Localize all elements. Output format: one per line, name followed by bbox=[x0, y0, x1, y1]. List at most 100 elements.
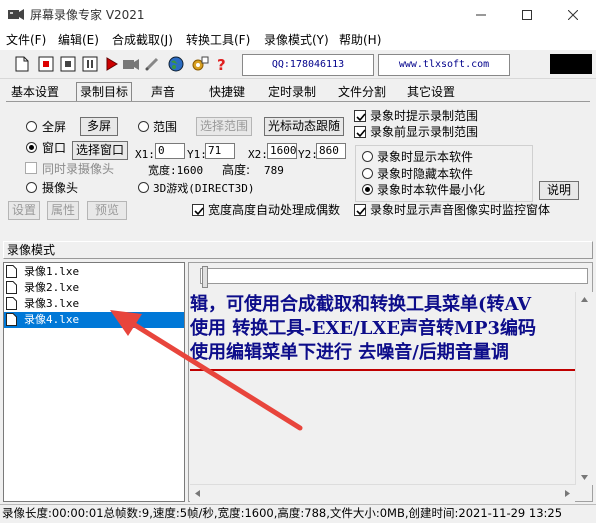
menu-help[interactable]: 帮助(H) bbox=[339, 33, 381, 47]
tab-file-split[interactable]: 文件分割 bbox=[335, 84, 389, 100]
height-readout-value: 789 bbox=[264, 164, 284, 177]
vertical-scrollbar[interactable] bbox=[575, 292, 593, 485]
radio-3d-game[interactable] bbox=[138, 182, 149, 193]
new-file-button[interactable] bbox=[12, 54, 32, 74]
file-name: 录像3.lxe bbox=[24, 297, 80, 310]
list-item[interactable]: 录像1.lxe bbox=[4, 264, 184, 280]
file-icon bbox=[6, 281, 17, 294]
checkmark-icon bbox=[356, 113, 366, 122]
file-name: 录像2.lxe bbox=[24, 281, 80, 294]
help-icon: ? bbox=[217, 56, 226, 72]
tab-hotkey[interactable]: 快捷键 bbox=[206, 84, 248, 100]
width-readout: 宽度:1600 bbox=[148, 164, 204, 177]
pen-button[interactable] bbox=[142, 54, 162, 74]
label-minimize-soft: 录象时本软件最小化 bbox=[377, 183, 486, 197]
label-x2: X2: bbox=[248, 148, 268, 161]
horizontal-scrollbar[interactable] bbox=[190, 484, 575, 502]
minimize-icon bbox=[476, 14, 486, 16]
label-y1: Y1: bbox=[187, 148, 207, 161]
menu-edit[interactable]: 编辑(E) bbox=[58, 33, 99, 47]
scroll-arrows-icon bbox=[581, 297, 588, 480]
settings-button[interactable] bbox=[190, 54, 210, 74]
multiscreen-button[interactable]: 多屏 bbox=[80, 117, 118, 136]
radio-window[interactable] bbox=[26, 142, 37, 153]
checkbox-monitor[interactable] bbox=[354, 204, 366, 216]
tab-record-target[interactable]: 录制目标 bbox=[76, 82, 133, 101]
record-mode-label: 录像模式 bbox=[7, 243, 56, 257]
radio-camera[interactable] bbox=[26, 182, 37, 193]
checkmark-icon bbox=[194, 207, 204, 216]
preview-button[interactable]: 预览 bbox=[87, 201, 127, 220]
pause-button[interactable] bbox=[80, 54, 100, 74]
status-text: 录像长度:00:00:01总帧数:9,速度:5帧/秒,宽度:1600,高度:78… bbox=[2, 506, 563, 520]
properties-button[interactable]: 属性 bbox=[47, 201, 79, 220]
close-button[interactable] bbox=[550, 0, 596, 30]
x2-input[interactable]: 1600 bbox=[267, 143, 297, 159]
radio-show-soft[interactable] bbox=[362, 151, 373, 162]
radio-range[interactable] bbox=[138, 121, 149, 132]
cursor-follow-button[interactable]: 光标动态跟随 bbox=[264, 117, 344, 136]
tab-panel-border bbox=[6, 101, 590, 102]
stop-icon bbox=[60, 56, 76, 72]
tab-other-settings[interactable]: 其它设置 bbox=[404, 84, 458, 100]
website-link[interactable]: www.tlxsoft.com bbox=[378, 54, 510, 76]
radio-hide-soft[interactable] bbox=[362, 168, 373, 179]
pause-icon bbox=[82, 56, 98, 72]
close-icon bbox=[568, 10, 578, 20]
help-button[interactable]: ? bbox=[212, 54, 232, 74]
menu-compose[interactable]: 合成截取(J) bbox=[112, 33, 173, 47]
menu-record-mode[interactable]: 录像模式(Y) bbox=[264, 33, 329, 47]
label-hide-soft: 录象时隐藏本软件 bbox=[377, 167, 474, 181]
play-button[interactable] bbox=[102, 54, 122, 74]
record-mode-header bbox=[3, 241, 593, 259]
file-icon bbox=[6, 313, 17, 326]
window-title: 屏幕录像专家 V2021 bbox=[30, 8, 145, 22]
label-prompt-range: 录象时提示录制范围 bbox=[370, 109, 479, 123]
maximize-button[interactable] bbox=[504, 0, 550, 30]
record-icon bbox=[38, 56, 54, 72]
y2-input[interactable]: 860 bbox=[316, 143, 346, 159]
label-x1: X1: bbox=[135, 148, 155, 161]
globe-icon bbox=[168, 56, 184, 72]
label-record-camera-simul: 同时录摄像头 bbox=[42, 162, 115, 176]
radio-fullscreen[interactable] bbox=[26, 121, 37, 132]
label-auto-even: 宽度高度自动处理成偶数 bbox=[208, 203, 341, 217]
progress-track[interactable] bbox=[200, 268, 588, 284]
gear-icon bbox=[192, 56, 209, 71]
minimize-button[interactable] bbox=[458, 0, 504, 30]
camera-button[interactable] bbox=[121, 54, 141, 74]
x1-input[interactable]: 0 bbox=[155, 143, 185, 159]
checkmark-icon bbox=[356, 129, 366, 138]
menu-convert[interactable]: 转换工具(F) bbox=[186, 33, 250, 47]
select-range-button[interactable]: 选择范围 bbox=[196, 117, 252, 136]
label-show-soft: 录象时显示本软件 bbox=[377, 150, 474, 164]
y1-input[interactable]: 71 bbox=[205, 143, 235, 159]
select-window-button[interactable]: 选择窗口 bbox=[72, 141, 128, 160]
height-readout-label: 高度: bbox=[222, 163, 251, 177]
tab-timed-record[interactable]: 定时录制 bbox=[265, 84, 319, 100]
checkbox-record-camera-simul[interactable] bbox=[25, 162, 37, 174]
progress-handle[interactable] bbox=[202, 266, 208, 288]
label-monitor: 录象时显示声音图像实时监控窗体 bbox=[370, 203, 551, 217]
checkbox-show-range-before[interactable] bbox=[354, 126, 366, 138]
tab-sound[interactable]: 声音 bbox=[148, 84, 178, 100]
pen-icon bbox=[145, 57, 159, 71]
settings-button-disabled[interactable]: 设置 bbox=[8, 201, 40, 220]
list-item[interactable]: 录像2.lxe bbox=[4, 280, 184, 296]
label-fullscreen: 全屏 bbox=[42, 120, 67, 134]
tab-basic-settings[interactable]: 基本设置 bbox=[8, 84, 62, 100]
scroll-arrows-icon bbox=[195, 490, 570, 497]
menu-file[interactable]: 文件(F) bbox=[6, 33, 46, 47]
explain-button[interactable]: 说明 bbox=[539, 181, 579, 200]
record-button[interactable] bbox=[36, 54, 56, 74]
checkmark-icon bbox=[356, 207, 366, 216]
checkbox-prompt-range[interactable] bbox=[354, 110, 366, 122]
radio-minimize-soft[interactable] bbox=[362, 184, 373, 195]
label-show-range-before: 录象前显示录制范围 bbox=[370, 125, 479, 139]
new-file-icon bbox=[15, 56, 29, 72]
checkbox-auto-even[interactable] bbox=[192, 204, 204, 216]
label-range: 范围 bbox=[153, 120, 178, 134]
stop-button[interactable] bbox=[58, 54, 78, 74]
annotation-arrow-icon bbox=[110, 310, 303, 431]
globe-button[interactable] bbox=[166, 54, 186, 74]
